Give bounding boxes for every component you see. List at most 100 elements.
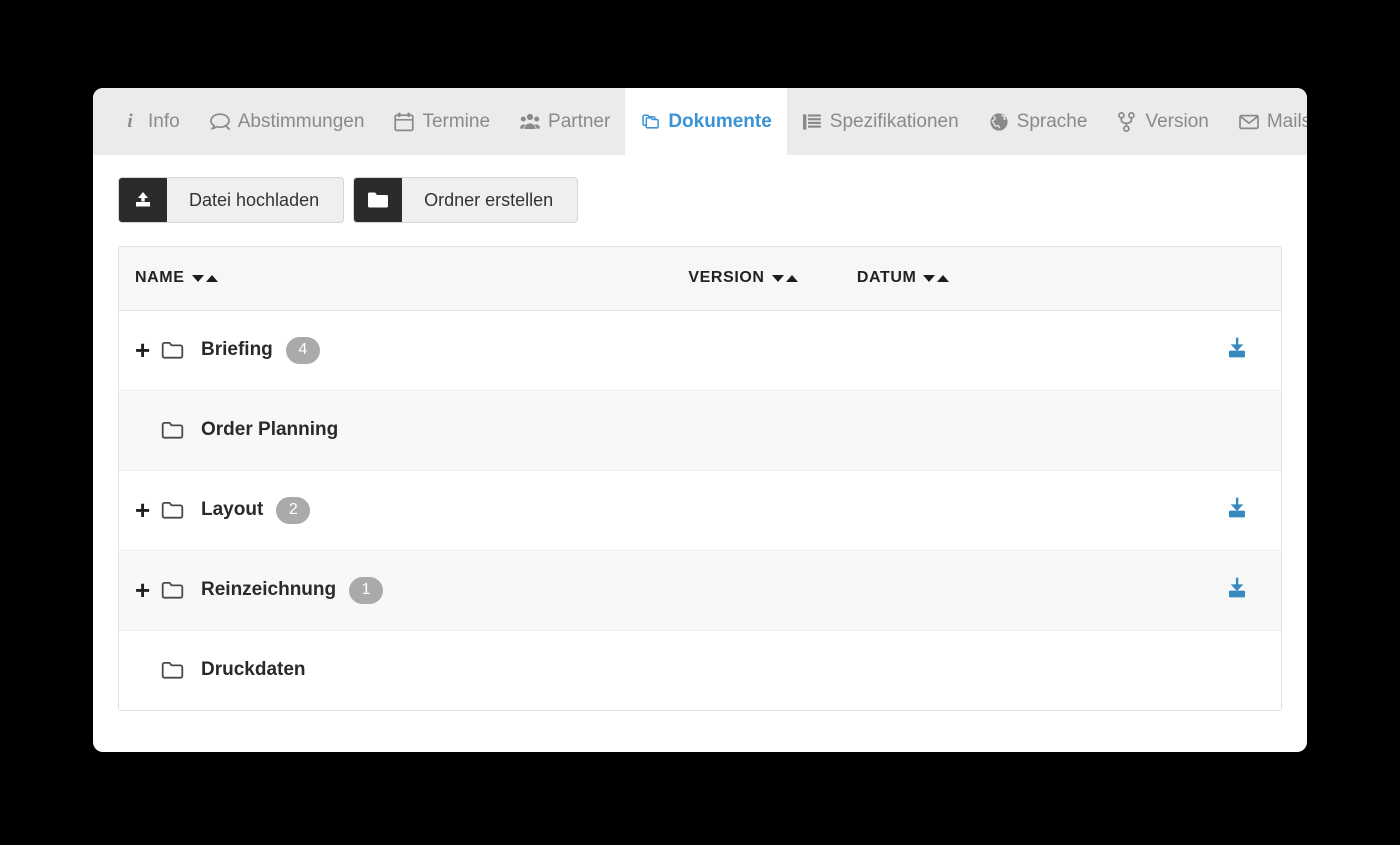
cell-datum (856, 389, 1194, 470)
tab-label: Dokumente (668, 110, 772, 132)
expand-folder-button[interactable]: + (135, 337, 161, 363)
expand-folder-button[interactable]: + (135, 577, 161, 603)
folder-outline-icon (161, 501, 201, 520)
cell-name: Druckdaten (119, 629, 689, 710)
table-body: + Briefing 4 Order Planning + Layout 2 + Reinzei… (119, 310, 1281, 710)
tab-dokumente[interactable]: Dokumente (625, 88, 787, 155)
download-button[interactable] (1225, 336, 1249, 359)
cell-datum (856, 469, 1194, 550)
info-icon: i (127, 111, 133, 132)
table-row[interactable]: + Reinzeichnung 1 (119, 549, 1281, 630)
download-button[interactable] (1225, 576, 1249, 599)
column-label: DATUM (856, 269, 917, 287)
upload-file-label: Datei hochladen (189, 189, 320, 210)
folder-name: Reinzeichnung (201, 579, 337, 600)
folder-name: Druckdaten (201, 659, 306, 681)
tab-version[interactable]: Version (1102, 88, 1223, 155)
download-button[interactable] (1225, 496, 1249, 519)
documents-card: i Info Abstimmungen Termine Partner Dokumente… (93, 88, 1307, 752)
sort-descending-icon[interactable] (771, 274, 784, 282)
column-header-datum[interactable]: DATUM (856, 247, 1194, 311)
upload-icon (119, 178, 167, 222)
cell-datum (856, 549, 1194, 630)
tab-label: Spezifikationen (829, 110, 959, 132)
item-count-badge: 4 (285, 336, 320, 364)
cell-actions (1194, 310, 1281, 390)
tab-bar: i Info Abstimmungen Termine Partner Dokumente… (93, 88, 1307, 155)
sort-ascending-icon[interactable] (205, 274, 218, 282)
create-folder-button[interactable]: Ordner erstellen (353, 177, 579, 223)
sort-toggle-datum[interactable] (923, 274, 950, 282)
table-row[interactable]: Druckdaten (119, 629, 1281, 710)
column-header-actions (1193, 247, 1281, 311)
cell-name: Order Planning (119, 389, 689, 470)
folder-outline-icon (161, 421, 201, 440)
globe-icon (989, 112, 1009, 132)
cell-actions (1193, 629, 1281, 710)
tab-spezifikationen[interactable]: Spezifikationen (787, 88, 974, 155)
tab-sprache[interactable]: Sprache (974, 88, 1103, 155)
tab-label: Abstimmungen (237, 110, 365, 132)
folder-outline-icon (161, 581, 201, 600)
users-icon (520, 112, 541, 132)
tab-mails[interactable]: Mails (1224, 88, 1307, 155)
cell-version (688, 629, 857, 710)
sort-toggle-version[interactable] (771, 274, 798, 282)
cell-datum (857, 310, 1194, 390)
folder-outline-icon (161, 661, 201, 680)
calendar-icon (394, 112, 415, 132)
cell-actions (1193, 549, 1281, 630)
cell-actions (1193, 469, 1281, 550)
sort-descending-icon[interactable] (191, 274, 204, 282)
list-icon (802, 112, 822, 132)
cell-name: + Reinzeichnung 1 (119, 549, 689, 630)
expand-folder-button[interactable]: + (135, 497, 161, 523)
column-header-name[interactable]: NAME (119, 247, 689, 311)
upload-file-button[interactable]: Datei hochladen (118, 177, 345, 223)
column-label: VERSION (688, 269, 765, 287)
table-row[interactable]: Order Planning (119, 389, 1281, 470)
cell-name: + Briefing 4 (119, 310, 688, 390)
sort-ascending-icon[interactable] (937, 274, 950, 282)
tab-label: Version (1145, 110, 1209, 132)
item-count-badge: 2 (276, 496, 311, 524)
cell-name: + Layout 2 (119, 469, 689, 550)
comment-icon (209, 112, 230, 132)
documents-table-container: NAME VERSION DATUM + Briefing 4 Order Plannin… (118, 246, 1282, 711)
column-header-version[interactable]: VERSION (688, 247, 857, 311)
cell-version (688, 469, 857, 550)
folder-name: Layout (201, 499, 264, 520)
cell-version (688, 310, 856, 390)
folder-name: Briefing (201, 339, 273, 360)
cell-version (688, 549, 857, 630)
tab-label: Partner (548, 110, 611, 132)
sort-ascending-icon[interactable] (785, 274, 798, 282)
tab-termine[interactable]: Termine (379, 88, 505, 155)
sort-toggle-name[interactable] (191, 274, 218, 282)
folder-outline-icon (161, 341, 201, 360)
tab-label: Mails (1266, 110, 1307, 132)
sort-descending-icon[interactable] (923, 274, 936, 282)
code-branch-icon (1117, 111, 1137, 132)
cell-actions (1193, 389, 1281, 470)
create-folder-label: Ordner erstellen (424, 189, 554, 210)
tab-info[interactable]: i Info (105, 88, 195, 155)
envelope-icon (1238, 112, 1259, 132)
cell-version (688, 389, 857, 470)
table-row[interactable]: + Layout 2 (119, 469, 1281, 550)
tab-label: Termine (422, 110, 491, 132)
table-header: NAME VERSION DATUM (119, 247, 1281, 311)
documents-icon (640, 112, 660, 132)
cell-datum (856, 629, 1194, 710)
column-label: NAME (135, 269, 185, 287)
documents-table: NAME VERSION DATUM + Briefing 4 Order Plannin… (119, 247, 1281, 710)
tab-label: Info (148, 110, 180, 132)
table-row[interactable]: + Briefing 4 (119, 310, 1281, 390)
tab-label: Sprache (1016, 110, 1088, 132)
documents-toolbar: Datei hochladen Ordner erstellen (93, 155, 1307, 223)
tab-partner[interactable]: Partner (505, 88, 625, 155)
folder-name: Order Planning (201, 419, 339, 440)
folder-filled-icon (354, 178, 403, 222)
item-count-badge: 1 (349, 576, 384, 604)
tab-abstimmungen[interactable]: Abstimmungen (195, 88, 380, 155)
